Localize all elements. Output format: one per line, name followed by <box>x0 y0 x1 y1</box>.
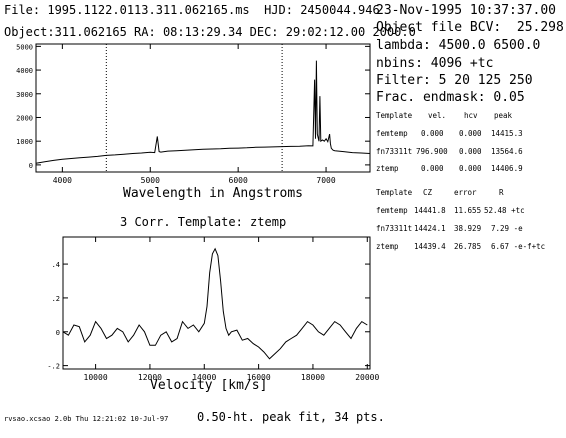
corr-xtick-label: 10000 <box>84 373 108 382</box>
corr-ytick-label: .4 <box>52 261 60 269</box>
spectrum-ytick-label: 4000 <box>16 67 33 75</box>
corr-plot-frame <box>62 236 371 370</box>
corr-xtick-label: 14000 <box>192 373 216 382</box>
corr-series-line <box>62 247 368 360</box>
spectrum-ytick-label: 0 <box>29 162 33 170</box>
spectrum-series-line <box>35 60 371 164</box>
corr-xtick-label: 12000 <box>138 373 162 382</box>
spectrum-xtick-label: 4000 <box>53 176 72 185</box>
corr-ytick-label: 0 <box>56 329 60 337</box>
corr-xtick-label: 18000 <box>301 373 325 382</box>
spectrum-ytick-label: 3000 <box>16 91 33 99</box>
plots-canvas: 4000 5000 6000 7000 0 1000 2000 3000 4000 5000 100… <box>16 43 379 382</box>
spectrum-xtick-label: 7000 <box>316 176 335 185</box>
corr-xtick-label: 20000 <box>355 373 379 382</box>
corr-xtick-label: 16000 <box>247 373 271 382</box>
spectrum-xtick-label: 5000 <box>141 176 160 185</box>
spectrum-ytick-label: 2000 <box>16 114 33 122</box>
corr-ytick-label: -.2 <box>47 363 60 371</box>
spectrum-ytick-label: 1000 <box>16 138 33 146</box>
corr-ytick-label: .2 <box>52 295 60 303</box>
spectrum-xtick-label: 6000 <box>229 176 248 185</box>
spectrum-ytick-label: 5000 <box>16 43 33 51</box>
